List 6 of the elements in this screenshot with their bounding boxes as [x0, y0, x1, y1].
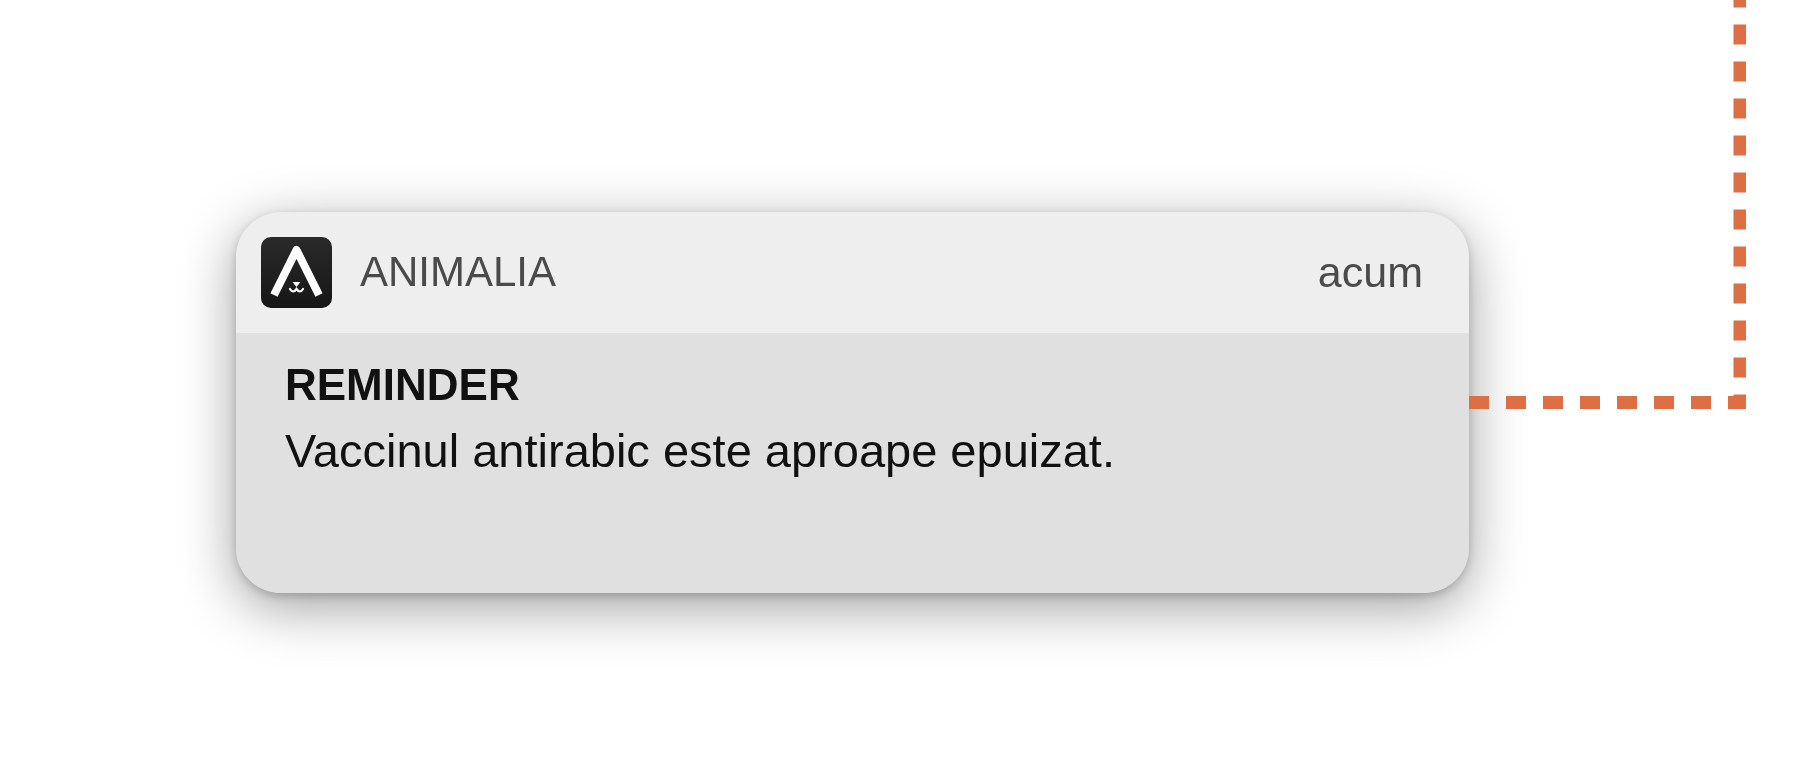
logo-icon — [261, 237, 332, 308]
notification-title: REMINDER — [285, 359, 520, 411]
notification-card[interactable]: ANIMALIA acum REMINDER Vaccinul antirabic este aproape epuizat. — [236, 212, 1469, 593]
notification-message: Vaccinul antirabic este aproape epuizat. — [285, 423, 1115, 479]
notification-time: acum — [1317, 246, 1423, 298]
app-name: ANIMALIA — [360, 247, 557, 298]
